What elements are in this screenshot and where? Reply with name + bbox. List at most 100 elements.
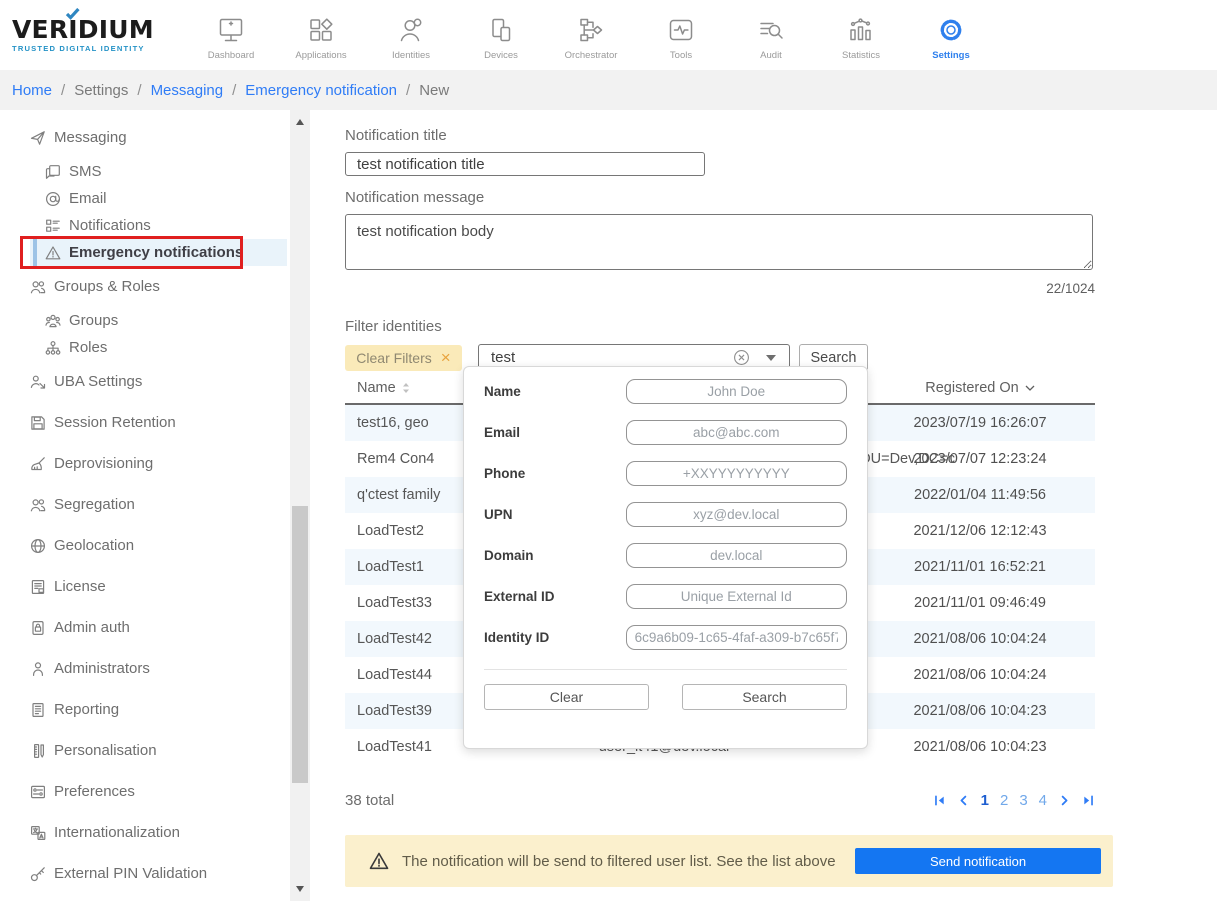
lock-icon <box>30 620 46 636</box>
popup-field-row: Name <box>484 379 847 404</box>
scroll-down-icon[interactable] <box>296 886 304 892</box>
page-number-1[interactable]: 1 <box>981 792 989 809</box>
name-column-header[interactable]: Name <box>345 380 463 396</box>
sort-desc-icon <box>1025 385 1035 391</box>
cell-name: LoadTest39 <box>357 703 432 719</box>
clear-search-icon[interactable] <box>733 349 750 366</box>
nav-label: Tools <box>669 50 693 61</box>
roles-icon <box>45 340 61 356</box>
popup-label-identity-id: Identity ID <box>484 630 550 645</box>
sidebar-item-email[interactable]: Email <box>30 185 287 212</box>
sidebar-item-label: Deprovisioning <box>54 455 154 472</box>
nav-tools[interactable]: Tools <box>636 9 726 61</box>
cell-registered-on: 2021/08/06 10:04:24 <box>913 667 1047 683</box>
last-page-icon[interactable] <box>1082 794 1095 807</box>
name-filter-input[interactable] <box>625 379 847 404</box>
nav-dashboard[interactable]: Dashboard <box>186 9 276 61</box>
sidebar-item-deprovisioning[interactable]: Deprovisioning <box>30 450 287 477</box>
sidebar-item-label: Email <box>69 190 107 207</box>
breadcrumb-separator: / <box>137 81 142 99</box>
previous-page-icon[interactable] <box>957 794 970 807</box>
brand-i-letter: I <box>66 8 80 43</box>
sidebar-item-groups[interactable]: Groups <box>30 307 287 334</box>
nav-applications[interactable]: Applications <box>276 9 366 61</box>
nav-statistics[interactable]: Statistics <box>816 9 906 61</box>
sidebar-item-groups-roles[interactable]: Groups & Roles <box>30 273 287 300</box>
breadcrumb-emergency-notification[interactable]: Emergency notification <box>245 82 397 99</box>
sidebar-item-geolocation[interactable]: Geolocation <box>30 532 287 559</box>
clear-filters-chip[interactable]: Clear Filters × <box>345 344 462 371</box>
page-number-4[interactable]: 4 <box>1039 792 1047 809</box>
check-icon <box>65 8 80 21</box>
external-id-filter-input[interactable] <box>625 584 847 609</box>
sidebar-item-roles[interactable]: Roles <box>30 334 287 361</box>
first-page-icon[interactable] <box>933 794 946 807</box>
sidebar-item-label: Geolocation <box>54 537 135 554</box>
popup-search-button[interactable]: Search <box>682 684 847 710</box>
sidebar-item-emergency-notifications[interactable]: Emergency notifications <box>20 236 287 269</box>
identity-id-filter-input[interactable] <box>625 625 847 650</box>
breadcrumb: Home / Settings / Messaging / Emergency notifi… <box>0 70 1217 110</box>
sidebar-item-internationalization[interactable]: Internationalization <box>30 819 287 846</box>
nav-identities[interactable]: Identities <box>366 9 456 61</box>
nav-settings[interactable]: Settings <box>906 9 996 61</box>
scroll-up-icon[interactable] <box>296 119 304 125</box>
breadcrumb-home[interactable]: Home <box>12 82 52 99</box>
breadcrumb-messaging[interactable]: Messaging <box>151 82 224 99</box>
sidebar-item-personalisation[interactable]: Personalisation <box>30 737 287 764</box>
sidebar-item-label: Groups <box>69 312 119 329</box>
popup-clear-button[interactable]: Clear <box>484 684 649 710</box>
close-icon[interactable]: × <box>441 349 451 366</box>
people-icon <box>30 497 46 513</box>
sidebar-item-label: Admin auth <box>54 619 130 636</box>
sidebar-item-admin-auth[interactable]: Admin auth <box>30 614 287 641</box>
sidebar-item-uba-settings[interactable]: UBA Settings <box>30 368 287 395</box>
page-number-3[interactable]: 3 <box>1019 792 1027 809</box>
upn-filter-input[interactable] <box>625 502 847 527</box>
sidebar-item-sms[interactable]: SMS <box>30 158 287 185</box>
sidebar-scrollbar[interactable] <box>290 110 310 901</box>
sidebar-item-label: Groups & Roles <box>54 278 160 295</box>
send-notification-button[interactable]: Send notification <box>855 848 1101 874</box>
sms-icon <box>45 164 61 180</box>
sidebar-item-session-retention[interactable]: Session Retention <box>30 409 287 436</box>
phone-filter-input[interactable] <box>625 461 847 486</box>
chevron-down-icon[interactable] <box>766 355 776 361</box>
cell-name: LoadTest44 <box>357 667 432 683</box>
sidebar-item-segregation[interactable]: Segregation <box>30 491 287 518</box>
next-page-icon[interactable] <box>1058 794 1071 807</box>
nav-label: Orchestrator <box>564 50 618 61</box>
scrollbar-thumb[interactable] <box>292 506 308 783</box>
identity-filter-popup: Name Email Phone UPN Domain External ID Identi… <box>463 366 868 749</box>
sidebar-item-label: License <box>54 578 106 595</box>
cell-registered-on: 2021/11/01 16:52:21 <box>914 559 1046 575</box>
nav-label: Identities <box>391 50 431 61</box>
sidebar-item-label: Personalisation <box>54 742 157 759</box>
sidebar-item-license[interactable]: License <box>30 573 287 600</box>
registered-on-column-header[interactable]: Registered On <box>865 380 1095 396</box>
notification-title-input[interactable] <box>345 152 705 176</box>
domain-filter-input[interactable] <box>625 543 847 568</box>
sidebar-item-label: Emergency notifications <box>69 244 244 261</box>
person-icon <box>30 661 46 677</box>
sidebar-item-administrators[interactable]: Administrators <box>30 655 287 682</box>
notification-message-textarea[interactable]: test notification body <box>345 214 1093 270</box>
clear-filters-label: Clear Filters <box>356 349 432 366</box>
nav-audit[interactable]: Audit <box>726 9 816 61</box>
breadcrumb-separator: / <box>61 81 66 99</box>
page-number-2[interactable]: 2 <box>1000 792 1008 809</box>
sidebar-item-reporting[interactable]: Reporting <box>30 696 287 723</box>
settings-icon <box>906 15 996 45</box>
sidebar-item-notifications[interactable]: Notifications <box>30 212 287 239</box>
nav-devices[interactable]: Devices <box>456 9 546 61</box>
sidebar-item-messaging[interactable]: Messaging <box>30 124 287 151</box>
list-icon <box>45 218 61 234</box>
cell-name: LoadTest42 <box>357 631 432 647</box>
sidebar-item-external-pin-validation[interactable]: External PIN Validation <box>30 860 287 887</box>
email-filter-input[interactable] <box>625 420 847 445</box>
people-icon <box>30 279 46 295</box>
nav-orchestrator[interactable]: Orchestrator <box>546 9 636 61</box>
brand-tagline: TRUSTED DIGITAL IDENTITY <box>12 44 145 53</box>
breadcrumb-settings: Settings <box>74 81 129 99</box>
sidebar-item-preferences[interactable]: Preferences <box>30 778 287 805</box>
